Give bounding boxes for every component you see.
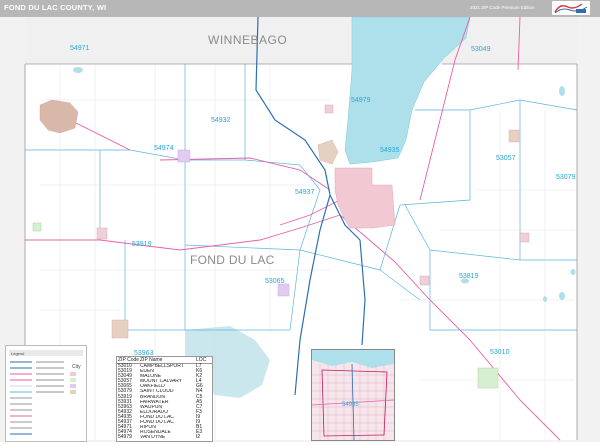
zip-table-body: 53010 CAMPBELLSPORT L7 53019 EDEN K6 53049 MALO… bbox=[117, 363, 212, 440]
zip-label: 53079 bbox=[556, 174, 576, 181]
zip-label: 54932 bbox=[211, 117, 231, 124]
legend-title: Legend bbox=[11, 351, 24, 356]
header-bar: FOND DU LAC COUNTY, WI 2021 ZIP Code Pre… bbox=[0, 0, 600, 17]
zip-label: 53049 bbox=[471, 46, 491, 53]
lake bbox=[559, 292, 565, 300]
zip-table-header-name: ZIP Name bbox=[140, 357, 163, 363]
county-label-fond-du-lac: FOND DU LAC bbox=[190, 253, 275, 267]
brandon bbox=[96, 227, 108, 240]
zip-code-table: ZIP Code ZIP Name LOC 53010 CAMPBELLSPORT… bbox=[116, 356, 213, 442]
zip-label: 53919 bbox=[132, 241, 152, 248]
mount-calvary bbox=[508, 129, 520, 143]
lake bbox=[559, 86, 565, 96]
winnebago-area bbox=[25, 17, 577, 64]
fond-du-lac-inset-map: 54935 bbox=[311, 349, 395, 441]
oakfield bbox=[277, 283, 290, 297]
zip-table-cell-name: VAN DYNE bbox=[140, 435, 166, 441]
waupun bbox=[111, 319, 129, 339]
eden bbox=[419, 275, 430, 286]
legend-city-label: City bbox=[72, 364, 81, 370]
zip-label: 54979 bbox=[351, 97, 371, 104]
zip-label: 53057 bbox=[496, 155, 516, 162]
zip-table-cell-loc: I2 bbox=[196, 434, 201, 441]
edition-label: 2021 ZIP Code Premium Edition bbox=[470, 5, 535, 10]
fairwater bbox=[32, 222, 42, 232]
rosendale bbox=[177, 149, 191, 163]
inset-zip-label: 54935 bbox=[342, 402, 359, 408]
zip-label: 54937 bbox=[295, 189, 315, 196]
zip-label: 54974 bbox=[154, 145, 174, 152]
publisher-logo bbox=[552, 1, 590, 15]
zip-label: 54935 bbox=[380, 147, 400, 154]
zip-label: 54971 bbox=[70, 45, 90, 52]
zip-label: 53065 bbox=[265, 278, 285, 285]
lake bbox=[570, 269, 576, 275]
county-map: WINNEBAGO FOND DU LAC 54971 54979 54932 … bbox=[0, 17, 600, 442]
map-title: FOND DU LAC COUNTY, WI bbox=[4, 3, 107, 12]
county-label-winnebago: WINNEBAGO bbox=[208, 33, 287, 47]
saint-cloud bbox=[519, 232, 530, 243]
van-dyne bbox=[324, 104, 334, 114]
zip-label: 53010 bbox=[490, 349, 510, 356]
zip-table-cell-zip: 54979 bbox=[118, 434, 132, 441]
lake bbox=[73, 67, 83, 73]
zip-table-row: 54979 VAN DYNE I2 bbox=[117, 435, 212, 440]
map-legend: Legend City bbox=[5, 345, 87, 442]
zip-label: 53819 bbox=[459, 273, 479, 280]
campbellsport bbox=[477, 367, 499, 389]
